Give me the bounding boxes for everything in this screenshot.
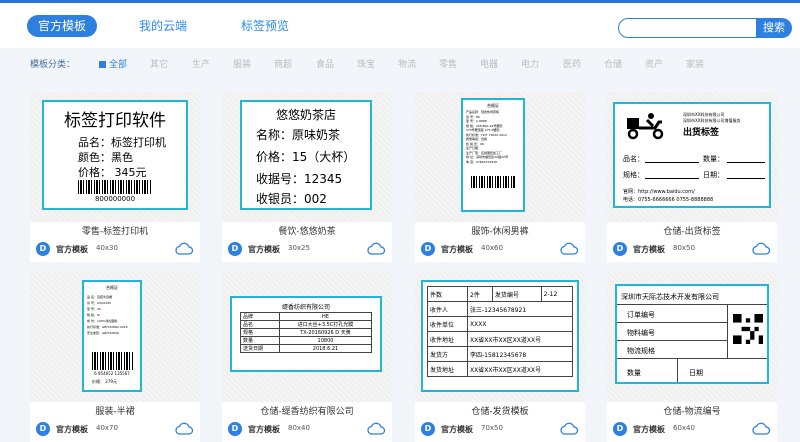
category-supermarket[interactable]: 商超 bbox=[274, 57, 292, 70]
category-all[interactable]: 全部 bbox=[99, 57, 127, 70]
template-title: 仓储-缇香纺织有限公司 bbox=[260, 407, 354, 417]
template-preview: 缇香纺织有限公司 品牌 HE 品名 进口大丝+3.5C打孔光膜 规格 TX-20160… bbox=[222, 272, 392, 402]
template-size: 70x50 bbox=[481, 424, 503, 432]
brand-logo-icon: D bbox=[228, 422, 242, 436]
qr-code-icon bbox=[733, 314, 763, 344]
category-bar: 模板分类： 全部 其它 生产 服装 商超 食品 珠宝 物流 零售 电器 电力 医… bbox=[0, 48, 800, 78]
cloud-upload-icon[interactable] bbox=[366, 242, 386, 256]
template-card[interactable]: 深圳市XX科技有限公司 深圳市XX科技有限公司增值服务 出货标签 品名： 数量：… bbox=[607, 92, 777, 262]
template-preview: 深圳市天际芯技术开发有限公司 订单编号 物料编号 物流规格 数量 日期 bbox=[607, 272, 777, 402]
category-other[interactable]: 其它 bbox=[150, 57, 168, 70]
category-jewelry[interactable]: 珠宝 bbox=[357, 57, 375, 70]
template-card[interactable]: 合格证 产品名称：轻奢休闲男裤 货 号：8K 型 号：C-6868 规 格：16… bbox=[415, 92, 585, 262]
label-preview: 悠悠奶茶店 名称：原味奶茶 价格：15（大杯） 收据号：12345 收银员：00… bbox=[240, 100, 372, 210]
template-size: 40x70 bbox=[96, 424, 118, 432]
template-title: 仓储-出货标签 bbox=[663, 227, 721, 237]
template-source: 官方模板 bbox=[633, 425, 665, 434]
template-preview: 合格证 品 名：百搭半身裙 货 号：XXXX495 型 号：X5 规 格：M 成… bbox=[30, 272, 200, 402]
delivery-scooter-icon bbox=[627, 113, 664, 140]
goods-table: 品牌 HE 品名 进口大丝+3.5C打孔光膜 规格 TX-20160926 D 天黄 … bbox=[240, 312, 372, 353]
cloud-upload-icon[interactable] bbox=[559, 242, 579, 256]
template-size: 80x50 bbox=[673, 244, 695, 252]
category-retail[interactable]: 零售 bbox=[439, 57, 457, 70]
category-production[interactable]: 生产 bbox=[192, 57, 210, 70]
search-button[interactable]: 搜索 bbox=[756, 18, 792, 38]
cloud-upload-icon[interactable] bbox=[366, 422, 386, 436]
template-preview: 合格证 产品名称：轻奢休闲男裤 货 号：8K 型 号：C-6868 规 格：16… bbox=[415, 92, 585, 222]
category-food[interactable]: 食品 bbox=[316, 57, 334, 70]
category-clothing[interactable]: 服装 bbox=[233, 57, 251, 70]
brand-logo-icon: D bbox=[421, 422, 435, 436]
template-size: 40x30 bbox=[96, 244, 118, 252]
label-preview: 标签打印软件 品名：标签打印机 颜色：黑色 价格： 345元 800000000 bbox=[42, 100, 188, 210]
template-title: 服饰-休闲男裤 bbox=[471, 227, 529, 237]
barcode bbox=[471, 176, 515, 188]
template-preview: 件数 2件 发货编号 2-12 收件人 张三-12345678921 收件单位 XXXX … bbox=[415, 272, 585, 402]
top-bar: 官方模板 我的云端 标签预览 搜索 bbox=[0, 0, 800, 48]
template-preview: 深圳市XX科技有限公司 深圳市XX科技有限公司增值服务 出货标签 品名： 数量：… bbox=[607, 92, 777, 222]
template-card[interactable]: 深圳市天际芯技术开发有限公司 订单编号 物料编号 物流规格 数量 日期 仓储-物… bbox=[607, 272, 777, 442]
template-source: 官方模板 bbox=[56, 245, 88, 254]
template-card[interactable]: 合格证 品 名：百搭半身裙 货 号：XXXX495 型 号：X5 规 格：M 成… bbox=[30, 272, 200, 442]
template-size: 30x25 bbox=[288, 244, 310, 252]
category-assets[interactable]: 资产 bbox=[645, 57, 663, 70]
cloud-upload-icon[interactable] bbox=[751, 242, 771, 256]
template-source: 官方模板 bbox=[633, 245, 665, 254]
template-source: 官方模板 bbox=[441, 425, 473, 434]
brand-logo-icon: D bbox=[36, 242, 50, 256]
tab-my-cloud[interactable]: 我的云端 bbox=[130, 15, 196, 37]
template-size: 60x40 bbox=[673, 424, 695, 432]
category-power[interactable]: 电力 bbox=[521, 57, 539, 70]
template-source: 官方模板 bbox=[248, 425, 280, 434]
template-card[interactable]: 悠悠奶茶店 名称：原味奶茶 价格：15（大杯） 收据号：12345 收银员：00… bbox=[222, 92, 392, 262]
label-preview: 缇香纺织有限公司 品牌 HE 品名 进口大丝+3.5C打孔光膜 规格 TX-20160… bbox=[230, 296, 382, 372]
cloud-upload-icon[interactable] bbox=[174, 242, 194, 256]
category-appliance[interactable]: 电器 bbox=[480, 57, 498, 70]
template-card[interactable]: 缇香纺织有限公司 品牌 HE 品名 进口大丝+3.5C打孔光膜 规格 TX-20160… bbox=[222, 272, 392, 442]
template-size: 40x60 bbox=[481, 244, 503, 252]
template-card[interactable]: 件数 2件 发货编号 2-12 收件人 张三-12345678921 收件单位 XXXX … bbox=[415, 272, 585, 442]
template-title: 服装-半裙 bbox=[95, 407, 135, 417]
brand-logo-icon: D bbox=[421, 242, 435, 256]
tab-label-preview[interactable]: 标签预览 bbox=[232, 15, 298, 37]
template-title: 零售-标签打印机 bbox=[81, 227, 149, 237]
category-medicine[interactable]: 医药 bbox=[563, 57, 581, 70]
template-source: 官方模板 bbox=[441, 245, 473, 254]
cloud-upload-icon[interactable] bbox=[751, 422, 771, 436]
category-logistics[interactable]: 物流 bbox=[398, 57, 416, 70]
template-title: 仓储-物流编号 bbox=[663, 407, 721, 417]
brand-logo-icon: D bbox=[228, 242, 242, 256]
shipping-table: 件数 2件 发货编号 2-12 收件人 张三-12345678921 收件单位 XXXX … bbox=[426, 286, 574, 377]
category-warehouse[interactable]: 仓储 bbox=[604, 57, 622, 70]
category-label: 模板分类： bbox=[30, 60, 76, 70]
template-size: 80x40 bbox=[288, 424, 310, 432]
search-input[interactable] bbox=[618, 18, 758, 38]
brand-logo-icon: D bbox=[613, 242, 627, 256]
template-title: 仓储-发货模板 bbox=[471, 407, 529, 417]
cloud-upload-icon[interactable] bbox=[174, 422, 194, 436]
label-preview: 深圳市天际芯技术开发有限公司 订单编号 物料编号 物流规格 数量 日期 bbox=[615, 284, 769, 384]
label-preview: 合格证 品 名：百搭半身裙 货 号：XXXX495 型 号：X5 规 格：M 成… bbox=[82, 280, 142, 392]
label-preview: 合格证 产品名称：轻奢休闲男裤 货 号：8K 型 号：C-6868 规 格：16… bbox=[461, 98, 525, 212]
tab-official-templates[interactable]: 官方模板 bbox=[27, 15, 97, 37]
template-title: 餐饮-悠悠奶茶 bbox=[278, 227, 336, 237]
cloud-upload-icon[interactable] bbox=[559, 422, 579, 436]
brand-logo-icon: D bbox=[613, 422, 627, 436]
barcode bbox=[78, 180, 152, 194]
category-home[interactable]: 家装 bbox=[686, 57, 704, 70]
label-preview: 深圳市XX科技有限公司 深圳市XX科技有限公司增值服务 出货标签 品名： 数量：… bbox=[613, 102, 771, 208]
template-source: 官方模板 bbox=[248, 245, 280, 254]
template-preview: 悠悠奶茶店 名称：原味奶茶 价格：15（大杯） 收据号：12345 收银员：00… bbox=[222, 92, 392, 222]
barcode bbox=[92, 352, 134, 370]
template-source: 官方模板 bbox=[56, 425, 88, 434]
template-preview: 标签打印软件 品名：标签打印机 颜色：黑色 价格： 345元 800000000 bbox=[30, 92, 200, 222]
template-card[interactable]: 标签打印软件 品名：标签打印机 颜色：黑色 价格： 345元 800000000… bbox=[30, 92, 200, 262]
label-preview: 件数 2件 发货编号 2-12 收件人 张三-12345678921 收件单位 XXXX … bbox=[421, 280, 579, 392]
brand-logo-icon: D bbox=[36, 422, 50, 436]
